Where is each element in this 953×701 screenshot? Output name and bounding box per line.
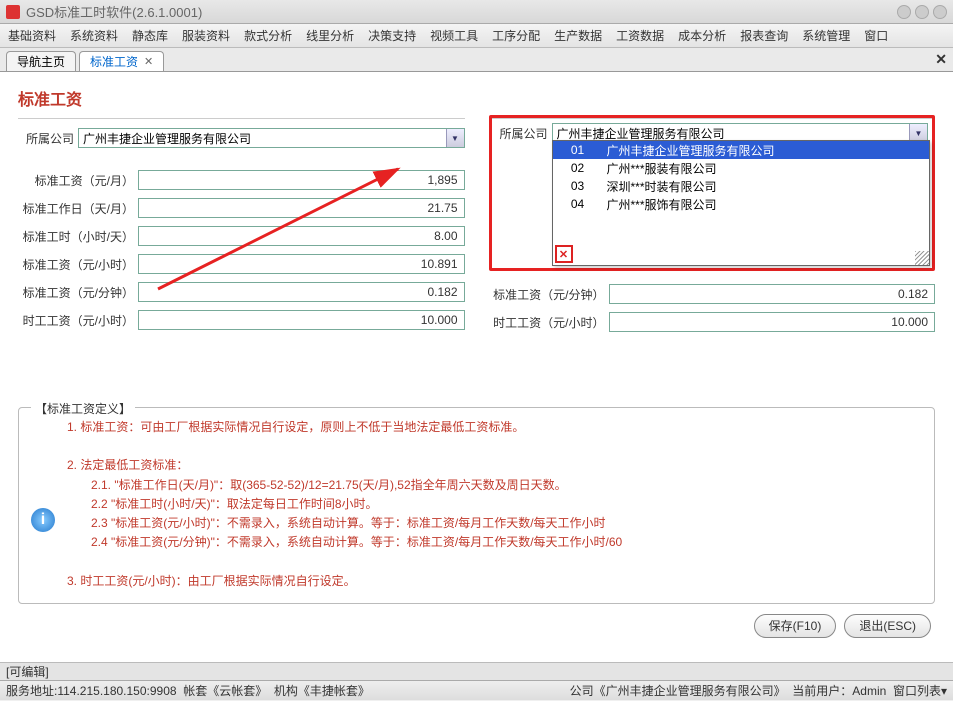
field-label: 时工工资（元/小时） bbox=[18, 312, 138, 329]
company-label: 所属公司 bbox=[496, 125, 552, 142]
menu-item[interactable]: 报表查询 bbox=[740, 27, 788, 44]
form-right-panel: 所属公司 广州丰捷企业管理服务有限公司 ▼ 01广州丰捷企业管理服务有限公司 0… bbox=[489, 118, 936, 337]
field-label: 标准工作日（天/月） bbox=[18, 200, 138, 217]
tab-strip: 导航主页 标准工资 ✕ ✕ bbox=[0, 48, 953, 72]
status-server: 服务地址:114.215.180.150:9908 bbox=[6, 682, 177, 699]
status-bar: 服务地址:114.215.180.150:9908 帐套《云帐套》 机构《丰捷帐… bbox=[0, 680, 953, 700]
menu-item[interactable]: 静态库 bbox=[132, 27, 168, 44]
field-label: 标准工资（元/小时） bbox=[18, 256, 138, 273]
menu-bar: 基础资料 系统资料 静态库 服装资料 款式分析 线里分析 决策支持 视频工具 工… bbox=[0, 24, 953, 48]
tab-close-icon[interactable]: ✕ bbox=[144, 55, 153, 68]
status-company: 公司《广州丰捷企业管理服务有限公司》 bbox=[570, 682, 786, 699]
dropdown-option[interactable]: 04广州***服饰有限公司 bbox=[553, 195, 930, 213]
close-icon[interactable] bbox=[933, 5, 947, 19]
chevron-down-icon[interactable]: ▼ bbox=[446, 129, 464, 147]
dropdown-option[interactable]: 03深圳***时装有限公司 bbox=[553, 177, 930, 195]
field-label: 标准工资（元/分钟） bbox=[489, 286, 609, 303]
menu-item[interactable]: 款式分析 bbox=[244, 27, 292, 44]
salary-minute-input-r[interactable] bbox=[609, 284, 936, 304]
menu-item[interactable]: 基础资料 bbox=[8, 27, 56, 44]
maximize-icon[interactable] bbox=[915, 5, 929, 19]
window-list-menu[interactable]: 窗口列表▾ bbox=[893, 682, 947, 699]
company-select-left[interactable]: 广州丰捷企业管理服务有限公司 ▼ bbox=[78, 128, 465, 148]
app-icon bbox=[6, 5, 20, 19]
menu-item[interactable]: 决策支持 bbox=[368, 27, 416, 44]
definition-title: 【标准工资定义】 bbox=[31, 400, 135, 417]
piecework-hour-input[interactable] bbox=[138, 310, 465, 330]
tab-nav-home[interactable]: 导航主页 bbox=[6, 51, 76, 71]
workdays-input[interactable] bbox=[138, 198, 465, 218]
menu-item[interactable]: 视频工具 bbox=[430, 27, 478, 44]
page-title: 标准工资 bbox=[10, 82, 943, 118]
menu-item[interactable]: 生产数据 bbox=[554, 27, 602, 44]
definition-box: 【标准工资定义】 i 1. 标准工资：可由工厂根据实际情况自行设定，原则上不低于… bbox=[18, 407, 935, 604]
company-dropdown-popup: 01广州丰捷企业管理服务有限公司 02广州***服装有限公司 03深圳***时装… bbox=[552, 140, 931, 266]
status-org: 机构《丰捷帐套》 bbox=[274, 682, 370, 699]
menu-item[interactable]: 工资数据 bbox=[616, 27, 664, 44]
save-button[interactable]: 保存(F10) bbox=[754, 614, 837, 638]
status-account: 帐套《云帐套》 bbox=[183, 682, 267, 699]
form-left-panel: 所属公司 广州丰捷企业管理服务有限公司 ▼ 标准工资（元/月） 标准工作日（天/… bbox=[18, 118, 465, 337]
menu-item[interactable]: 线里分析 bbox=[306, 27, 354, 44]
minimize-icon[interactable] bbox=[897, 5, 911, 19]
tab-standard-salary[interactable]: 标准工资 ✕ bbox=[79, 51, 164, 71]
dropdown-close-button[interactable]: ✕ bbox=[555, 245, 573, 263]
piecework-hour-input-r[interactable] bbox=[609, 312, 936, 332]
menu-item[interactable]: 成本分析 bbox=[678, 27, 726, 44]
window-title: GSD标准工时软件(2.6.1.0001) bbox=[26, 2, 897, 21]
definition-text: 1. 标准工资：可由工厂根据实际情况自行设定，原则上不低于当地法定最低工资标准。… bbox=[31, 418, 922, 591]
field-label: 标准工资（元/分钟） bbox=[18, 284, 138, 301]
menu-item[interactable]: 系统资料 bbox=[70, 27, 118, 44]
field-label: 标准工时（小时/天） bbox=[18, 228, 138, 245]
dropdown-option[interactable]: 01广州丰捷企业管理服务有限公司 bbox=[553, 141, 930, 159]
salary-month-input[interactable] bbox=[138, 170, 465, 190]
title-bar: GSD标准工时软件(2.6.1.0001) bbox=[0, 0, 953, 24]
hours-day-input[interactable] bbox=[138, 226, 465, 246]
button-row: 保存(F10) 退出(ESC) bbox=[10, 604, 943, 648]
info-icon: i bbox=[31, 508, 55, 532]
menu-item[interactable]: 窗口 bbox=[864, 27, 888, 44]
page-body: 标准工资 所属公司 广州丰捷企业管理服务有限公司 ▼ 标准工资（元/月） 标准工… bbox=[0, 72, 953, 662]
field-label: 标准工资（元/月） bbox=[18, 172, 138, 189]
edit-status: [可编辑] bbox=[6, 663, 49, 680]
tab-label: 标准工资 bbox=[90, 53, 138, 70]
dropdown-option[interactable]: 02广州***服装有限公司 bbox=[553, 159, 930, 177]
field-label: 时工工资（元/小时） bbox=[489, 314, 609, 331]
status-user: 当前用户：Admin bbox=[792, 682, 886, 699]
menu-item[interactable]: 服装资料 bbox=[182, 27, 230, 44]
window-buttons bbox=[897, 5, 947, 19]
ready-bar: [可编辑] bbox=[0, 662, 953, 680]
menu-item[interactable]: 系统管理 bbox=[802, 27, 850, 44]
salary-minute-input[interactable] bbox=[138, 282, 465, 302]
menu-item[interactable]: 工序分配 bbox=[492, 27, 540, 44]
company-value: 广州丰捷企业管理服务有限公司 bbox=[557, 125, 725, 142]
resize-handle-icon[interactable] bbox=[915, 251, 929, 265]
page-close-icon[interactable]: ✕ bbox=[935, 51, 947, 68]
company-value: 广州丰捷企业管理服务有限公司 bbox=[83, 130, 251, 147]
tab-label: 导航主页 bbox=[17, 53, 65, 70]
exit-button[interactable]: 退出(ESC) bbox=[844, 614, 931, 638]
company-label: 所属公司 bbox=[18, 130, 78, 147]
salary-hour-input[interactable] bbox=[138, 254, 465, 274]
